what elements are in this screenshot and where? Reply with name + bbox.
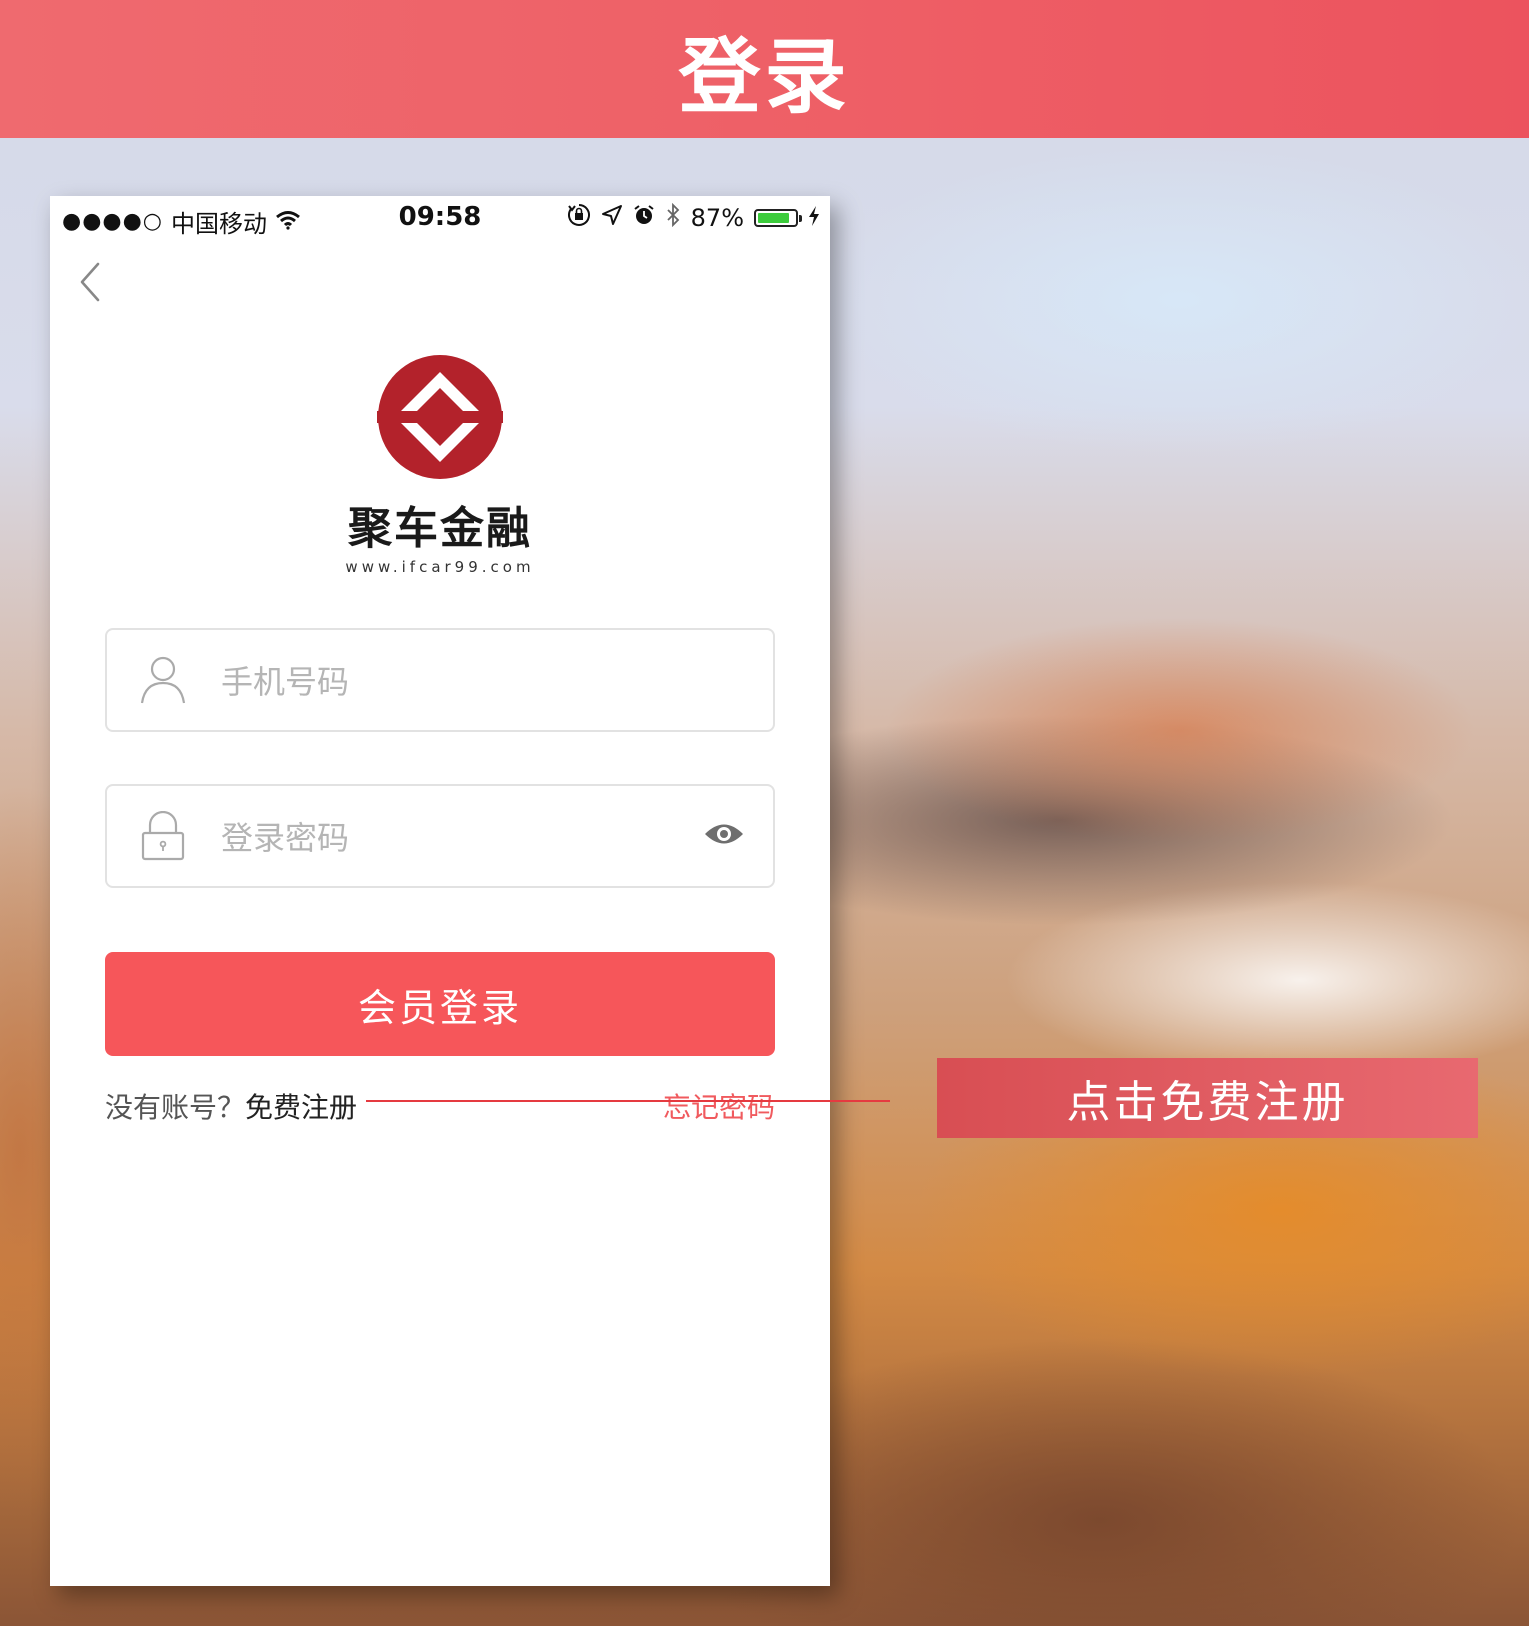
eye-icon bbox=[705, 824, 743, 844]
user-icon bbox=[133, 655, 193, 705]
password-input[interactable]: 登录密码 bbox=[221, 813, 703, 859]
battery-percent: 87% bbox=[690, 204, 744, 232]
member-login-button[interactable]: 会员登录 bbox=[105, 952, 775, 1056]
register-link[interactable]: 免费注册 bbox=[245, 1091, 357, 1124]
battery-icon bbox=[754, 209, 802, 227]
annotation-line bbox=[366, 1100, 890, 1102]
status-right: 87% bbox=[567, 202, 820, 233]
register-callout: 点击免费注册 bbox=[937, 1058, 1478, 1138]
charging-bolt-icon bbox=[808, 204, 820, 232]
battery-level bbox=[758, 213, 790, 223]
brand-logo-mark bbox=[377, 355, 503, 479]
status-bar: ●●●●○ 中国移动 09:58 87% bbox=[50, 196, 830, 240]
bluetooth-icon bbox=[665, 202, 681, 233]
location-arrow-icon bbox=[601, 204, 623, 232]
phone-input[interactable]: 手机号码 bbox=[221, 657, 773, 703]
back-button[interactable] bbox=[72, 258, 112, 306]
brand-url: www.ifcar99.com bbox=[345, 558, 535, 576]
forgot-password-link[interactable]: 忘记密码 bbox=[663, 1086, 775, 1126]
rotation-lock-icon bbox=[567, 203, 591, 233]
phone-field[interactable]: 手机号码 bbox=[105, 628, 775, 732]
password-field[interactable]: 登录密码 bbox=[105, 784, 775, 888]
title-bar: 登录 bbox=[0, 0, 1529, 138]
toggle-password-visibility[interactable] bbox=[703, 821, 745, 851]
bottom-links: 没有账号？免费注册 忘记密码 bbox=[105, 1086, 775, 1126]
brand-logo: 聚车金融 www.ifcar99.com bbox=[50, 354, 830, 576]
back-chevron-icon bbox=[80, 262, 100, 302]
page-title: 登录 bbox=[678, 29, 851, 125]
alarm-icon bbox=[633, 204, 655, 232]
no-account-text: 没有账号？ bbox=[105, 1091, 246, 1124]
phone-screen: ●●●●○ 中国移动 09:58 87% 聚车金融 www.ifcar99.co… bbox=[50, 196, 830, 1586]
brand-name: 聚车金融 bbox=[348, 503, 532, 554]
lock-icon bbox=[133, 811, 193, 861]
